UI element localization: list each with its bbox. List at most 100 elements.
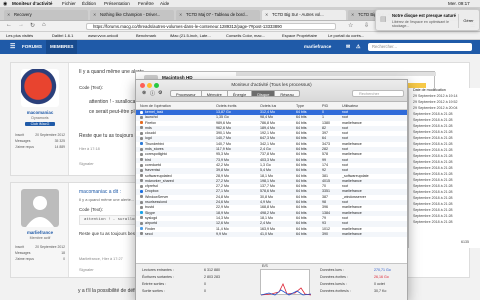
- bookmark-item[interactable]: Les plus visités: [6, 32, 33, 40]
- stat-label: J'aime reçus: [15, 145, 34, 149]
- disk-activity-graph: [260, 269, 312, 296]
- close-icon[interactable]: ✕: [179, 10, 182, 20]
- download-icon[interactable]: ⇩: [364, 22, 369, 29]
- tab-energie[interactable]: Énergie: [227, 90, 253, 97]
- process-label: logd: [145, 136, 152, 141]
- notification-title: Notre disque est presque saturé: [392, 13, 456, 18]
- menu-clock[interactable]: Mer. 09:17: [448, 0, 470, 8]
- post-date[interactable]: Marliefrance, Hier à 17:27: [79, 257, 123, 261]
- column-header[interactable]: Nom de l'opération: [140, 102, 171, 110]
- column-header[interactable]: Type: [296, 102, 304, 110]
- menu-icon[interactable]: ☰: [10, 40, 15, 54]
- info-icon[interactable]: ⓘ: [150, 90, 155, 97]
- column-header[interactable]: Utilisateur: [342, 102, 358, 110]
- menu-bar: ◉ Moniteur d'activité Fichier Édition Pr…: [0, 0, 480, 8]
- avatar[interactable]: [21, 189, 59, 227]
- close-icon[interactable]: ✕: [351, 10, 354, 20]
- process-label: Firefox: [145, 120, 156, 125]
- forum-title-link[interactable]: FORUMS: [22, 40, 42, 54]
- stat-label: Messages: [15, 251, 31, 255]
- menu-presentation[interactable]: Présentation: [104, 0, 130, 8]
- back-icon[interactable]: ←: [6, 22, 12, 28]
- app-icon: [140, 121, 143, 125]
- stat-value: 18: [61, 251, 65, 255]
- close-icon[interactable]: ✕: [265, 10, 268, 20]
- table-header: Nom de l'opération Octets écrits Octets …: [136, 102, 407, 110]
- bookmark-item[interactable]: Conseils Color, mac...: [226, 32, 265, 40]
- post-username[interactable]: marliefrance: [11, 230, 69, 235]
- close-icon[interactable]: ✕: [7, 10, 10, 20]
- process-search-input[interactable]: Rechercher: [352, 90, 404, 97]
- menu-fenetre[interactable]: Fenêtre: [138, 0, 154, 8]
- app-icon: [140, 115, 143, 119]
- bookmark-item[interactable]: Benchmark: [136, 32, 156, 40]
- stop-process-icon[interactable]: ⊗: [142, 90, 146, 96]
- column-header[interactable]: Octets lus: [260, 102, 276, 110]
- post-date[interactable]: Hier à 17:18: [79, 147, 100, 151]
- process-label: nsurlsessiond: [145, 200, 167, 205]
- post-username[interactable]: macomaniac: [11, 110, 69, 115]
- column-header[interactable]: Date de modification: [413, 88, 446, 92]
- username-link[interactable]: marliefrance: [304, 40, 331, 54]
- url-field[interactable]: https://forums.macg.co/threads/autres-vo…: [86, 23, 336, 30]
- menu-aide[interactable]: Aide: [160, 0, 169, 8]
- bookmark-star-icon[interactable]: ☆: [348, 22, 353, 29]
- user-role: Membre actif: [29, 236, 51, 240]
- menu-app-name[interactable]: Moniteur d'activité: [12, 0, 52, 8]
- apple-icon[interactable]: ◉: [3, 0, 7, 8]
- post-bullet: attention ! - surallocatio: [89, 99, 141, 105]
- close-icon[interactable]: ✕: [93, 10, 96, 20]
- tab-processeur[interactable]: Processeur: [170, 90, 202, 97]
- bookmark-item[interactable]: Dalibri 1.6.1: [52, 32, 73, 40]
- user-silhouette-icon: [26, 196, 54, 227]
- tab-disque[interactable]: Disque: [252, 90, 276, 97]
- avatar[interactable]: [21, 69, 59, 107]
- date-cell: 29 Septembre 2012 à 20:04: [413, 106, 458, 110]
- browser-tab[interactable]: ✕ Nothing like Champion - Driver...: [90, 10, 174, 20]
- report-link[interactable]: Signaler: [79, 161, 94, 166]
- manage-button[interactable]: Gérer: [458, 14, 478, 28]
- home-icon[interactable]: ⌂: [42, 22, 46, 28]
- column-header[interactable]: Octets écrits: [216, 102, 237, 110]
- date-cell: Septembre 2018 à 21:28: [413, 148, 453, 152]
- quote-author[interactable]: macomaniac a dit :: [79, 189, 121, 195]
- bell-icon[interactable]: ⚠: [356, 40, 360, 54]
- date-cell: Septembre 2018 à 21:28: [413, 154, 453, 158]
- date-cell: Septembre 2018 à 21:28: [413, 190, 453, 194]
- bookmark-item[interactable]: iMac (21.5-inch, Late...: [170, 32, 211, 40]
- menu-edition[interactable]: Édition: [82, 0, 96, 8]
- app-icon: [140, 126, 143, 130]
- column-header[interactable]: PID: [322, 102, 328, 110]
- activity-graph-lines: [260, 283, 312, 296]
- gear-icon[interactable]: ⚙: [158, 90, 162, 96]
- app-icon: [140, 163, 143, 167]
- bookmark-item[interactable]: Espace Propriétaire: [282, 32, 317, 40]
- envelope-icon[interactable]: ✉: [346, 40, 350, 54]
- quote-text: Il y a quand même une alerte...: [79, 197, 135, 202]
- system-notification[interactable]: ▤ Notre disque est presque saturé Libére…: [375, 9, 480, 31]
- process-label: Skype: [145, 210, 155, 215]
- bookmark-item[interactable]: Le portail du corés...: [328, 32, 364, 40]
- forum-search-input[interactable]: Rechercher...: [368, 43, 472, 51]
- browser-tab[interactable]: ✕ Recovery: [4, 10, 88, 20]
- app-icon: [140, 227, 143, 231]
- tab-memoire[interactable]: Mémoire: [201, 90, 228, 97]
- browser-tab-active[interactable]: ✕ TCTD Big Sur - Autres vol...: [262, 10, 346, 20]
- members-tab[interactable]: MEMBRES: [46, 40, 78, 54]
- report-link[interactable]: Signaler: [79, 267, 94, 272]
- bookmark-item[interactable]: www.vvox.unicoll: [88, 32, 118, 40]
- stat-label: Écritures sortantes :: [142, 275, 174, 279]
- menu-fichier[interactable]: Fichier: [62, 0, 76, 8]
- finder-date-column: Date de modification 29 Septembre 2012 à…: [408, 88, 480, 248]
- date-cell: Septembre 2018 à 21:28: [413, 202, 453, 206]
- io-selector[interactable]: E/S: [260, 264, 270, 268]
- table-row[interactable]: secd 9,9 Mo 41,0 Mo 64 bits 390 marliefrance: [136, 231, 407, 238]
- tab-reseau[interactable]: Réseau: [275, 90, 300, 97]
- reload-icon[interactable]: ↻: [30, 22, 35, 29]
- user-panel: marliefrance Membre actif Inscrit 20 Sept…: [11, 183, 69, 277]
- forward-icon[interactable]: →: [18, 22, 24, 28]
- date-cell: Septembre 2018 à 21:28: [413, 208, 453, 212]
- notification-body: Libérez de l'espace en optimisant le sto…: [392, 20, 450, 28]
- disk-toolbar: [236, 72, 436, 76]
- browser-tab[interactable]: ✕ TCTD Maj 07 - Tableau de bord...: [176, 10, 260, 20]
